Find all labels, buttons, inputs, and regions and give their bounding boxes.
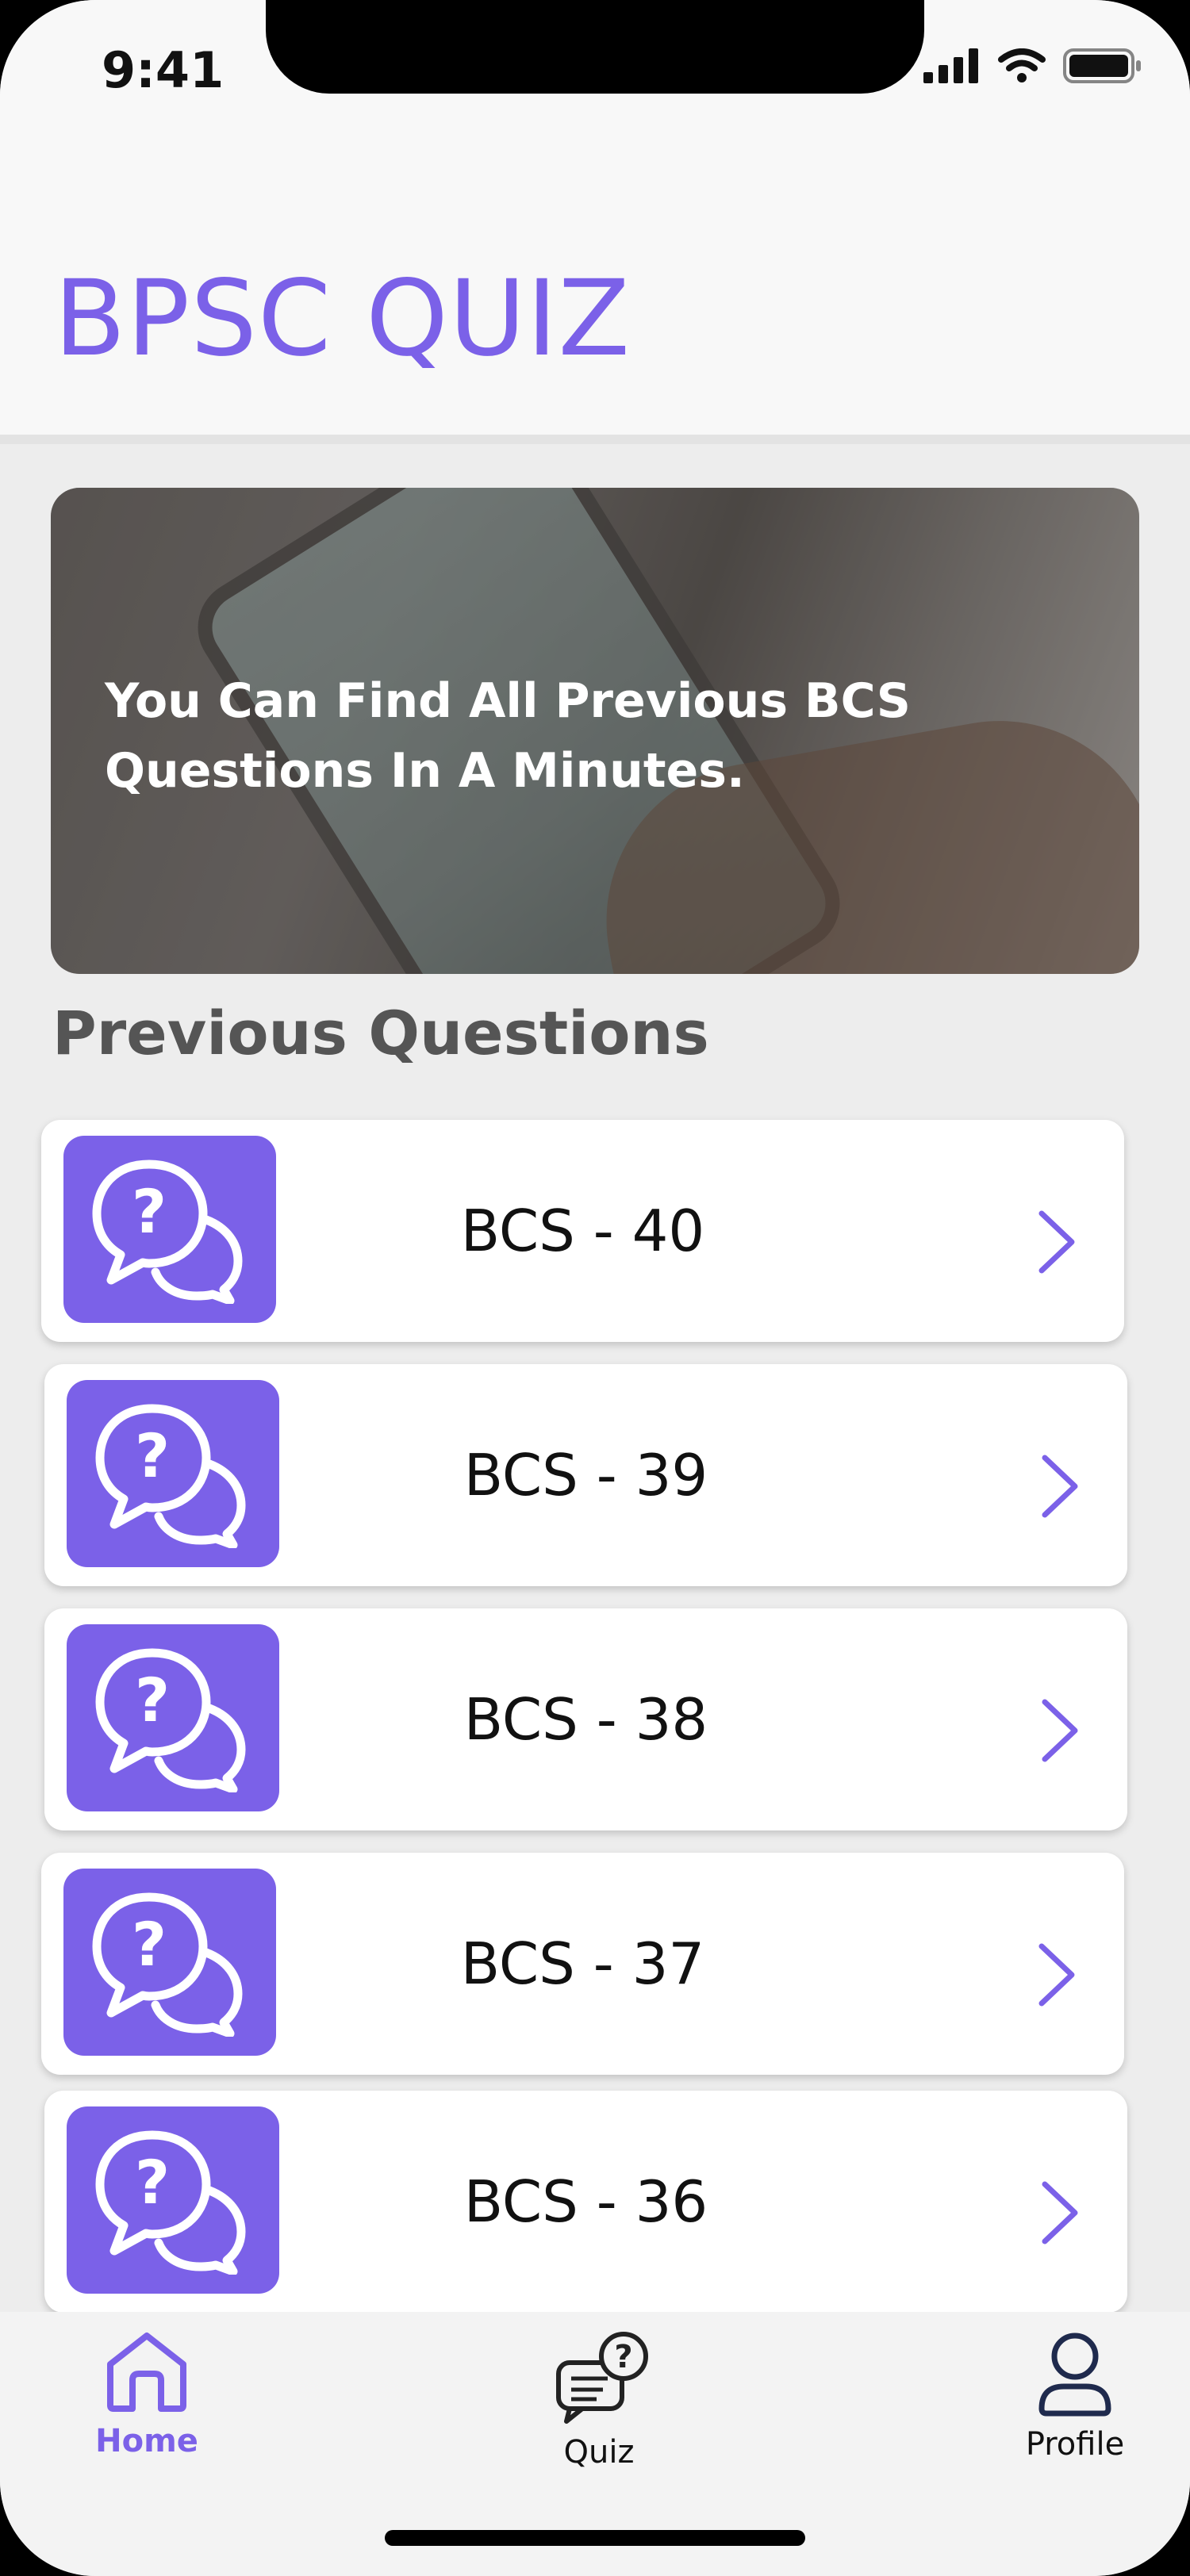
wifi-icon: [998, 48, 1046, 82]
svg-text:?: ?: [614, 2339, 632, 2375]
list-item-label: BCS - 38: [463, 1686, 708, 1753]
list-item-label: BCS - 36: [463, 2168, 708, 2235]
list-item-bcs-39[interactable]: ? BCS - 39: [44, 1364, 1127, 1586]
nav-quiz-label: Quiz: [563, 2434, 635, 2471]
chevron-right-icon: [1042, 1699, 1078, 1762]
svg-text:?: ?: [135, 2147, 170, 2218]
question-chat-icon: ?: [67, 1624, 279, 1811]
chevron-right-icon: [1042, 2181, 1078, 2244]
notch: [266, 0, 924, 94]
signal-icon: [923, 48, 978, 83]
svg-text:?: ?: [132, 1176, 167, 1247]
question-chat-icon: ?: [67, 1380, 279, 1567]
question-chat-icon: ?: [63, 1869, 276, 2056]
list-item-bcs-37[interactable]: ? BCS - 37: [41, 1853, 1124, 2075]
home-icon: [107, 2333, 186, 2412]
battery-icon: [1063, 48, 1141, 83]
svg-text:?: ?: [135, 1420, 170, 1491]
nav-profile-label: Profile: [1025, 2426, 1125, 2463]
list-item-label: BCS - 37: [460, 1930, 705, 1997]
banner-text: You Can Find All Previous BCS Questions …: [105, 673, 912, 799]
list-item-label: BCS - 40: [460, 1198, 705, 1264]
svg-text:?: ?: [132, 1909, 167, 1980]
promo-banner[interactable]: You Can Find All Previous BCS Questions …: [51, 488, 1139, 974]
nav-quiz[interactable]: ? Quiz: [539, 2329, 658, 2471]
status-icons: [923, 48, 1142, 84]
list-item-bcs-40[interactable]: ? BCS - 40: [41, 1120, 1124, 1342]
nav-home-label: Home: [95, 2423, 198, 2459]
nav-home[interactable]: Home: [87, 2329, 206, 2459]
app-title: BPSC QUIZ: [54, 258, 631, 380]
nav-profile[interactable]: Profile: [1012, 2329, 1138, 2463]
header-divider: [0, 435, 1190, 444]
question-chat-icon: ?: [67, 2106, 279, 2294]
quiz-chat-icon: ?: [556, 2332, 648, 2424]
status-time: 9:41: [102, 41, 225, 99]
list-item-label: BCS - 39: [463, 1442, 708, 1508]
phone-screen: 9:41 BPSC QUIZ You Can Find All Previous…: [0, 0, 1190, 2576]
home-indicator: [385, 2530, 805, 2546]
chevron-right-icon: [1042, 1455, 1078, 1518]
list-item-bcs-36[interactable]: ? BCS - 36: [44, 2091, 1127, 2313]
list-item-bcs-38[interactable]: ? BCS - 38: [44, 1608, 1127, 1830]
user-icon: [1038, 2333, 1111, 2417]
chevron-right-icon: [1038, 1943, 1075, 2007]
header-area: 9:41 BPSC QUIZ: [0, 0, 1190, 435]
question-chat-icon: ?: [63, 1136, 276, 1323]
section-title: Previous Questions: [52, 998, 709, 1068]
chevron-right-icon: [1038, 1210, 1075, 1274]
svg-text:?: ?: [135, 1665, 170, 1735]
